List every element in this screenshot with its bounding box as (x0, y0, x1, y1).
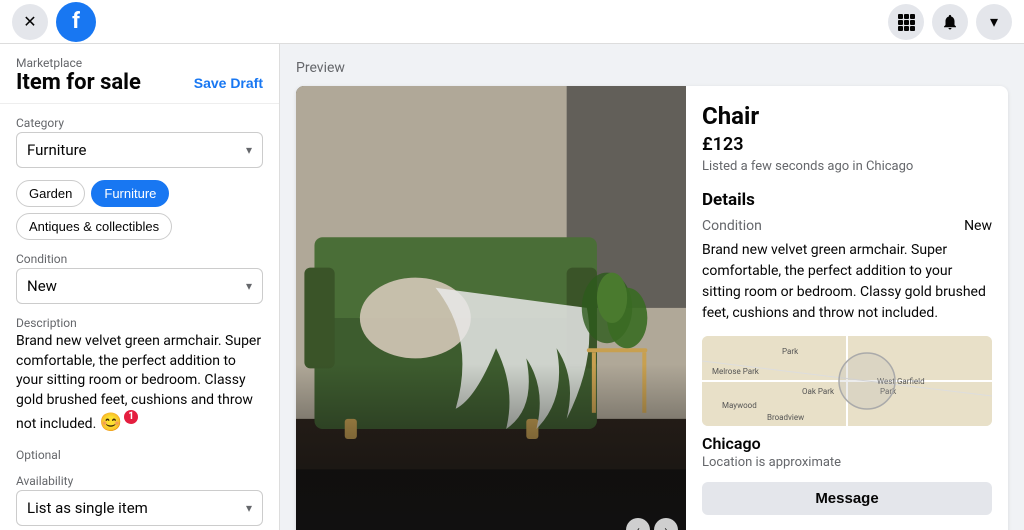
preview-label: Preview (296, 60, 1008, 76)
marketplace-label: Marketplace (16, 56, 263, 70)
chevron-down-icon[interactable]: ▾ (976, 4, 1012, 40)
sofa-image: ‹ › (296, 86, 686, 530)
condition-field-group: Condition New ▾ (16, 252, 263, 304)
preview-card: ‹ › Chair £123 Listed a few seconds ago … (296, 86, 1008, 530)
category-tags: Garden Furniture Antiques & collectibles (16, 180, 263, 240)
availability-select[interactable]: List as single item ▾ (16, 490, 263, 526)
grid-icon[interactable] (888, 4, 924, 40)
description-text: Brand new velvet green armchair. Super c… (16, 332, 263, 436)
availability-chevron-icon: ▾ (246, 501, 252, 515)
details-section-title: Details (702, 190, 992, 210)
svg-text:Maywood: Maywood (722, 401, 757, 410)
preview-item-title: Chair (702, 102, 992, 130)
top-bar-icons: ▾ (888, 4, 1012, 40)
optional-section-label: Optional (16, 448, 263, 462)
preview-image-section: ‹ › (296, 86, 686, 530)
condition-value: New (27, 277, 57, 295)
svg-text:Melrose Park: Melrose Park (712, 367, 760, 376)
availability-value: List as single item (27, 499, 148, 517)
message-button[interactable]: Message (702, 482, 992, 515)
tag-antiques[interactable]: Antiques & collectibles (16, 213, 172, 240)
condition-select[interactable]: New ▾ (16, 268, 263, 304)
left-panel-header: Marketplace Item for sale Save Draft (0, 44, 279, 104)
image-nav-arrows: ‹ › (626, 518, 678, 530)
category-value: Furniture (27, 141, 87, 159)
tag-garden[interactable]: Garden (16, 180, 85, 207)
category-field-group: Category Furniture ▾ (16, 116, 263, 168)
preview-body: ‹ › Chair £123 Listed a few seconds ago … (296, 86, 1008, 530)
emoji-decoration: not included. (16, 416, 96, 432)
left-panel: Marketplace Item for sale Save Draft Cat… (0, 44, 280, 530)
svg-text:Oak Park: Oak Park (802, 387, 835, 396)
condition-detail-key: Condition (702, 218, 762, 234)
top-bar: ✕ f ▾ (0, 0, 1024, 44)
condition-detail-row: Condition New (702, 218, 992, 234)
preview-listed-text: Listed a few seconds ago in Chicago (702, 159, 992, 174)
facebook-logo: f (56, 2, 96, 42)
left-panel-content: Category Furniture ▾ Garden Furniture An… (0, 104, 279, 530)
svg-text:Park: Park (782, 347, 799, 356)
bell-icon[interactable] (932, 4, 968, 40)
main-layout: Marketplace Item for sale Save Draft Cat… (0, 44, 1024, 530)
condition-chevron-icon: ▾ (246, 279, 252, 293)
availability-label: Availability (16, 474, 263, 488)
preview-info-section: Chair £123 Listed a few seconds ago in C… (686, 86, 1008, 530)
availability-field-group: Availability List as single item ▾ (16, 474, 263, 526)
condition-label: Condition (16, 252, 263, 266)
preview-price: £123 (702, 134, 992, 155)
notification-badge: 1 (124, 410, 138, 424)
category-chevron-icon: ▾ (246, 143, 252, 157)
right-panel: Preview (280, 44, 1024, 530)
preview-location-title: Chicago (702, 434, 992, 453)
condition-detail-val: New (964, 218, 992, 234)
description-label: Description (16, 316, 263, 330)
prev-image-arrow[interactable]: ‹ (626, 518, 650, 530)
top-bar-left: ✕ f (12, 2, 96, 42)
preview-description: Brand new velvet green armchair. Super c… (702, 240, 992, 324)
header-row: Item for sale Save Draft (16, 70, 263, 95)
preview-location-sub: Location is approximate (702, 455, 992, 470)
category-label: Category (16, 116, 263, 130)
description-field-group: Description Brand new velvet green armch… (16, 316, 263, 436)
save-draft-button[interactable]: Save Draft (194, 75, 263, 91)
category-select[interactable]: Furniture ▾ (16, 132, 263, 168)
tag-furniture[interactable]: Furniture (91, 180, 169, 207)
page-title: Item for sale (16, 70, 141, 95)
emoji-badge: 😊 (100, 410, 122, 435)
svg-text:Broadview: Broadview (767, 413, 804, 422)
preview-map: Park Melrose Park Oak Park West Garfield… (702, 336, 992, 426)
next-image-arrow[interactable]: › (654, 518, 678, 530)
close-icon[interactable]: ✕ (12, 4, 48, 40)
